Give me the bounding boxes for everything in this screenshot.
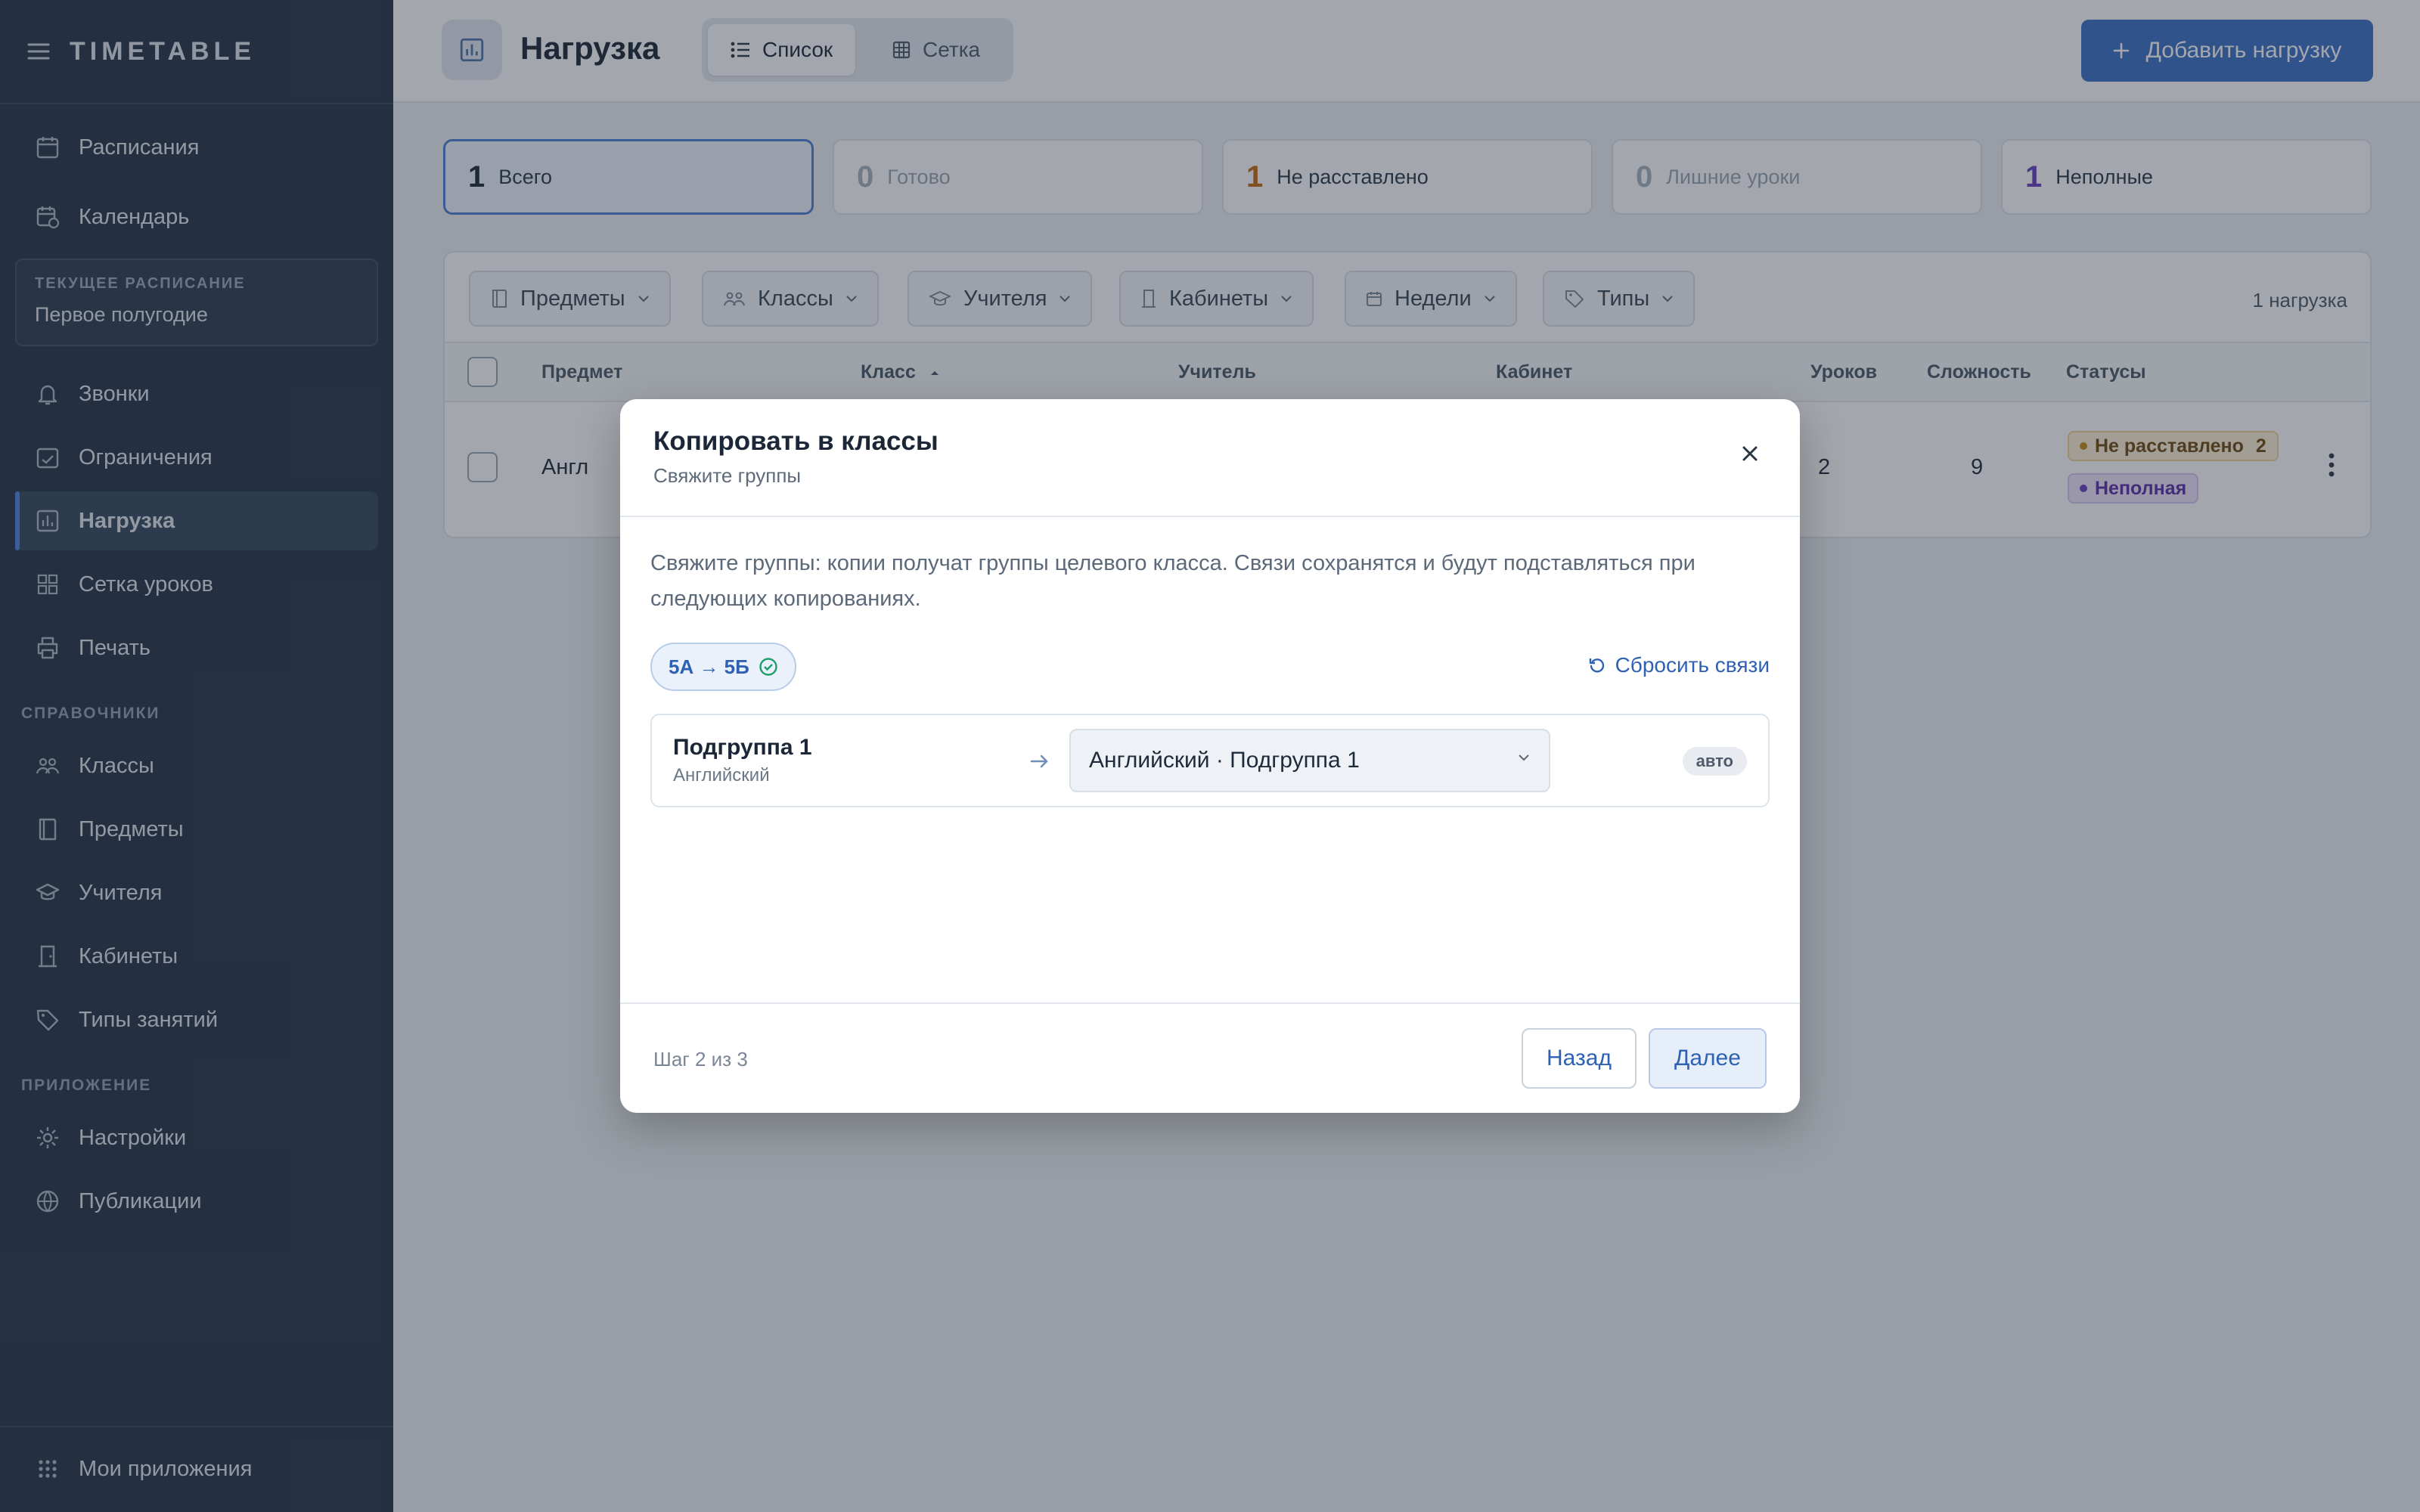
back-button[interactable]: Назад xyxy=(1522,1028,1637,1089)
step-indicator: Шаг 2 из 3 xyxy=(653,1048,748,1070)
reset-icon xyxy=(1588,656,1606,674)
dialog-subtitle: Свяжите группы xyxy=(653,464,802,487)
class-pair-label: 5А → 5Б xyxy=(669,655,749,678)
reset-links-button[interactable]: Сбросить связи xyxy=(1588,653,1770,677)
auto-tag: авто xyxy=(1682,747,1747,776)
reset-links-label: Сбросить связи xyxy=(1615,653,1770,677)
source-group-subject: Английский xyxy=(673,765,770,785)
source-group-name: Подгруппа 1 xyxy=(673,735,812,760)
target-group-value: Английский · Подгруппа 1 xyxy=(1089,748,1360,773)
target-group-select[interactable]: Английский · Подгруппа 1 xyxy=(1069,729,1550,792)
chevron-down-icon xyxy=(1517,753,1531,762)
dialog-title: Копировать в классы xyxy=(653,426,939,456)
arrow-right-icon xyxy=(1028,750,1051,773)
next-button[interactable]: Далее xyxy=(1649,1028,1767,1089)
dialog-divider xyxy=(620,1002,1800,1004)
class-pair-chip[interactable]: 5А → 5Б xyxy=(650,643,796,691)
dialog-description: Свяжите группы: копии получат группы цел… xyxy=(650,551,1696,611)
copy-to-classes-dialog: Копировать в классы Свяжите группы Свяжи… xyxy=(620,399,1800,1113)
dialog-divider xyxy=(620,516,1800,517)
check-circle-icon xyxy=(759,657,778,677)
close-icon[interactable] xyxy=(1733,437,1767,470)
group-mapping-row: Подгруппа 1 Английский Английский · Подг… xyxy=(650,714,1770,807)
